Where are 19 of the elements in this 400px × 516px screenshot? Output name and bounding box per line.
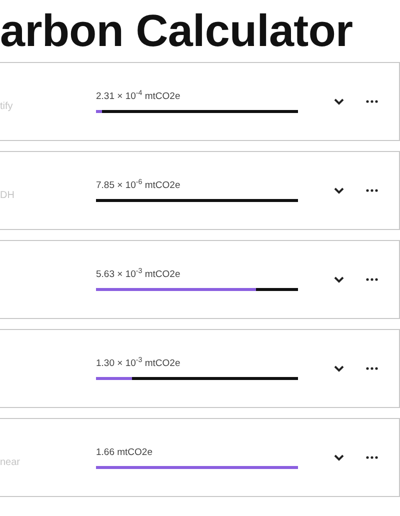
emission-value: 2.31 × 10$^{-4}$ mtCO2e xyxy=(96,90,180,104)
emission-value: 7.85 × 10$^{-6}$ mtCO2e xyxy=(96,178,180,193)
chevron-down-icon xyxy=(334,276,344,283)
chevron-down-icon xyxy=(334,98,344,105)
activity-label: near xyxy=(0,457,20,468)
emission-value: 5.63 × 10$^{-3}$ mtCO2e xyxy=(96,268,180,282)
more-icon xyxy=(366,189,378,192)
activity-label: tify xyxy=(0,101,13,112)
chevron-down-icon xyxy=(334,454,344,461)
more-icon xyxy=(366,456,378,459)
activity-label: DH xyxy=(0,190,14,201)
emission-value: 1.30 × 10$^{-3}$ mtCO2e xyxy=(96,356,180,371)
chevron-down-icon xyxy=(334,365,344,372)
chevron-down-icon xyxy=(334,187,344,194)
more-icon xyxy=(366,278,378,281)
more-icon xyxy=(366,100,378,103)
page-title: arbon Calculator xyxy=(0,4,354,58)
more-icon xyxy=(366,367,378,370)
emission-value: 1.66 mtCO2e xyxy=(96,446,152,460)
